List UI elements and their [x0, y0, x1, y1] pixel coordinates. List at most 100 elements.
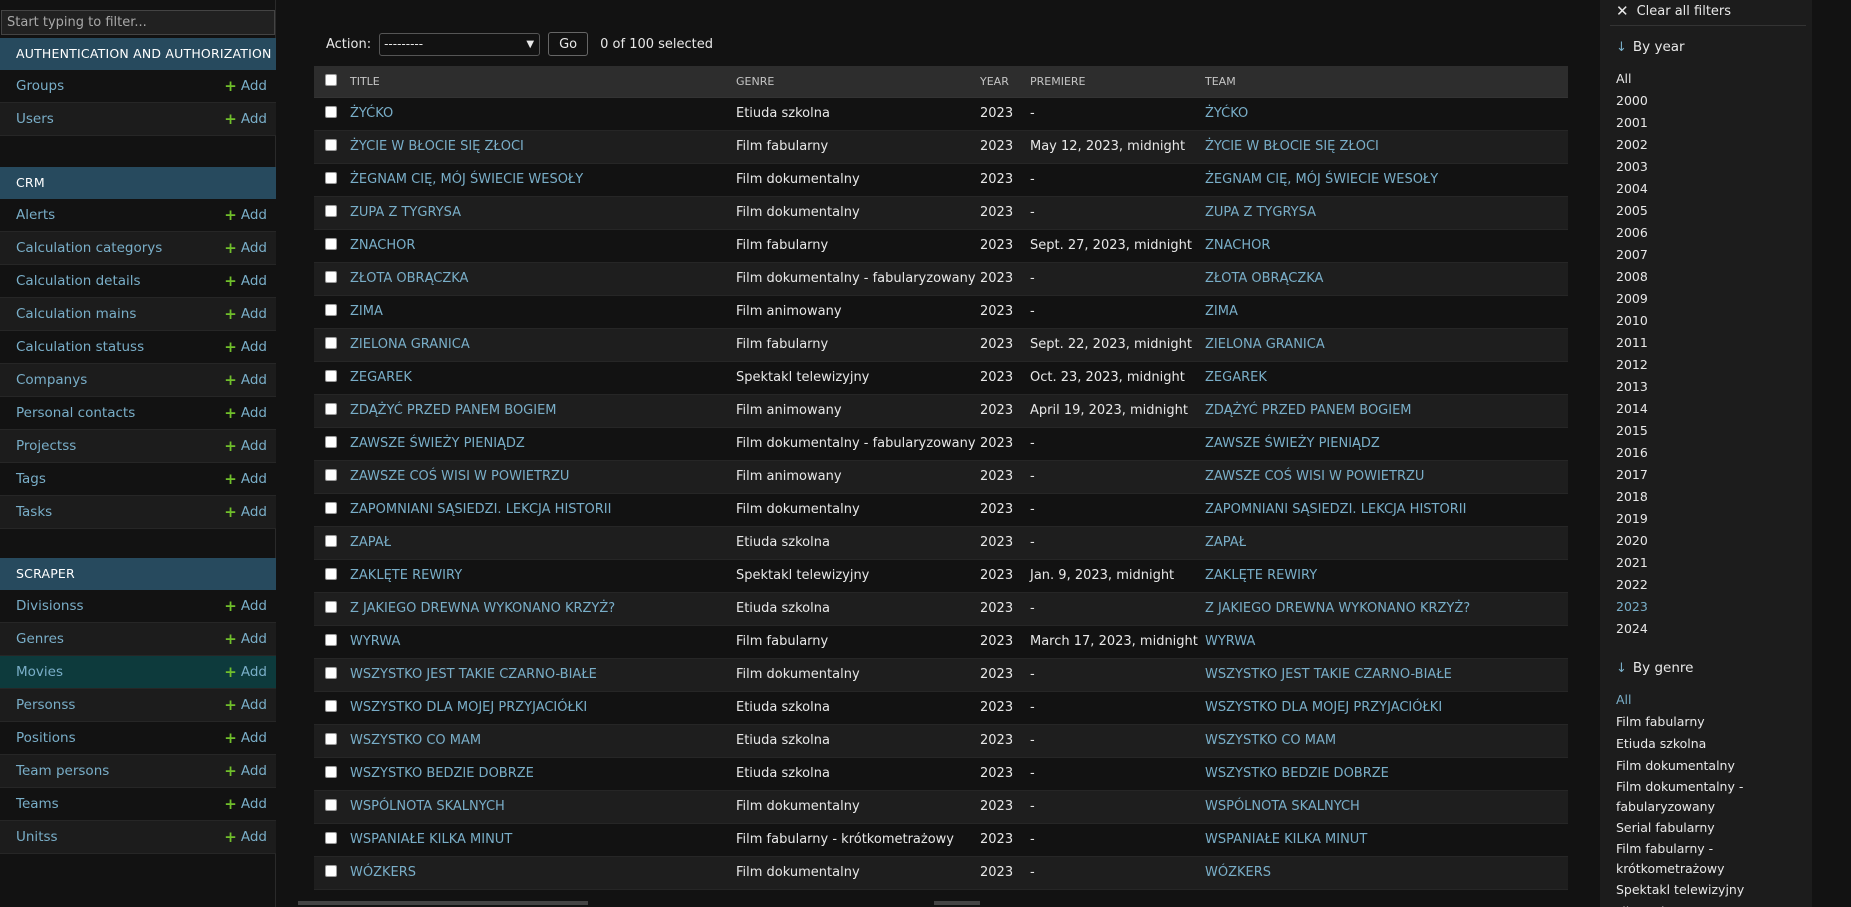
movie-title-link[interactable]: ZAPAŁ [350, 535, 391, 550]
team-link[interactable]: ZIELONA GRANICA [1205, 337, 1325, 352]
add-link[interactable]: + Add [224, 829, 267, 845]
year-filter-option[interactable]: 2006 [1616, 222, 1648, 244]
team-link[interactable]: WSPÓLNOTA SKALNYCH [1205, 799, 1360, 814]
genre-filter-option[interactable]: All [1616, 689, 1806, 711]
sidebar-model-link[interactable]: Calculation mains [16, 306, 136, 322]
year-filter-option[interactable]: 2023 [1616, 596, 1648, 618]
year-filter-option[interactable]: 2020 [1616, 530, 1648, 552]
add-link[interactable]: + Add [224, 339, 267, 355]
sidebar-model-link[interactable]: Genres [16, 631, 64, 647]
horizontal-scrollbar-thumb[interactable] [934, 901, 980, 905]
add-link[interactable]: + Add [224, 796, 267, 812]
movie-title-link[interactable]: ZAWSZE COŚ WISI W POWIETRZU [350, 469, 569, 484]
sidebar-model-link[interactable]: Personss [16, 697, 75, 713]
year-filter-option[interactable]: 2022 [1616, 574, 1648, 596]
row-checkbox[interactable] [325, 105, 337, 118]
team-link[interactable]: ZDĄŻYĆ PRZED PANEM BOGIEM [1205, 403, 1412, 418]
year-filter-option[interactable]: 2017 [1616, 464, 1648, 486]
nav-filter-input[interactable] [1, 10, 275, 35]
column-header-team[interactable]: Team [1205, 66, 1568, 98]
row-checkbox[interactable] [325, 600, 337, 613]
sidebar-model-link[interactable]: Calculation details [16, 273, 141, 289]
team-link[interactable]: WSZYSTKO DLA MOJEJ PRZYJACIÓŁKI [1205, 700, 1442, 715]
row-checkbox[interactable] [325, 501, 337, 514]
team-link[interactable]: WSZYSTKO JEST TAKIE CZARNO-BIAŁE [1205, 667, 1452, 682]
genre-filter-option[interactable]: Film dokumentalny - fabularyzowany [1616, 777, 1806, 817]
movie-title-link[interactable]: ŻYCIE W BŁOCIE SIĘ ZŁOCI [350, 139, 524, 154]
team-link[interactable]: ZAWSZE ŚWIEŻY PIENIĄDZ [1205, 436, 1380, 451]
team-link[interactable]: WSZYSTKO CO MAM [1205, 733, 1336, 748]
movie-title-link[interactable]: ZAPOMNIANI SĄSIEDZI. LEKCJA HISTORII [350, 502, 611, 517]
year-filter-option[interactable]: 2004 [1616, 178, 1648, 200]
sidebar-model-link[interactable]: Positions [16, 730, 76, 746]
row-checkbox[interactable] [325, 270, 337, 283]
row-checkbox[interactable] [325, 435, 337, 448]
team-link[interactable]: ŻYĆKO [1205, 106, 1248, 121]
sidebar-model-link[interactable]: Groups [16, 78, 64, 94]
row-checkbox[interactable] [325, 633, 337, 646]
row-checkbox[interactable] [325, 534, 337, 547]
movie-title-link[interactable]: ŻEGNAM CIĘ, MÓJ ŚWIECIE WESOŁY [350, 172, 583, 187]
add-link[interactable]: + Add [224, 78, 267, 94]
action-select[interactable]: --------- ▼ [379, 32, 541, 56]
sidebar-model-link[interactable]: Users [16, 111, 54, 127]
movie-title-link[interactable]: ZIELONA GRANICA [350, 337, 470, 352]
row-checkbox[interactable] [325, 336, 337, 349]
sidebar-model-link[interactable]: Companys [16, 372, 87, 388]
team-link[interactable]: ZUPA Z TYGRYSA [1205, 205, 1316, 220]
movie-title-link[interactable]: WSZYSTKO JEST TAKIE CZARNO-BIAŁE [350, 667, 597, 682]
sidebar-model-link[interactable]: Unitss [16, 829, 58, 845]
sidebar-model-link[interactable]: Divisionss [16, 598, 84, 614]
sidebar-model-link[interactable]: Projectss [16, 438, 76, 454]
sidebar-model-link[interactable]: Calculation categorys [16, 240, 162, 256]
movie-title-link[interactable]: Z JAKIEGO DREWNA WYKONANO KRZYŻ? [350, 601, 615, 616]
add-link[interactable]: + Add [224, 504, 267, 520]
team-link[interactable]: ŻYCIE W BŁOCIE SIĘ ZŁOCI [1205, 139, 1379, 154]
year-filter-option[interactable]: 2024 [1616, 618, 1648, 640]
team-link[interactable]: WSZYSTKO BEDZIE DOBRZE [1205, 766, 1389, 781]
year-filter-option[interactable]: 2016 [1616, 442, 1648, 464]
team-link[interactable]: ZIMA [1205, 304, 1238, 319]
row-checkbox[interactable] [325, 765, 337, 778]
year-filter-option[interactable]: 2018 [1616, 486, 1648, 508]
team-link[interactable]: WSPANIAŁE KILKA MINUT [1205, 832, 1367, 847]
year-filter-option[interactable]: 2008 [1616, 266, 1648, 288]
year-filter-option[interactable]: 2021 [1616, 552, 1648, 574]
team-link[interactable]: ZŁOTA OBRĄCZKA [1205, 271, 1323, 286]
movie-title-link[interactable]: ZAKLĘTE REWIRY [350, 568, 462, 583]
add-link[interactable]: + Add [224, 240, 267, 256]
year-filter-option[interactable]: 2005 [1616, 200, 1648, 222]
year-filter-option[interactable]: 2007 [1616, 244, 1648, 266]
movie-title-link[interactable]: ZŁOTA OBRĄCZKA [350, 271, 468, 286]
row-checkbox[interactable] [325, 204, 337, 217]
column-header-title[interactable]: Title [350, 66, 736, 98]
movie-title-link[interactable]: WÓZKERS [350, 865, 416, 880]
year-filter-option[interactable]: 2014 [1616, 398, 1648, 420]
row-checkbox[interactable] [325, 303, 337, 316]
movie-title-link[interactable]: WSZYSTKO DLA MOJEJ PRZYJACIÓŁKI [350, 700, 587, 715]
app-caption[interactable]: Authentication and Authorization [0, 38, 276, 70]
movie-title-link[interactable]: WYRWA [350, 634, 400, 649]
year-filter-option[interactable]: 2012 [1616, 354, 1648, 376]
team-link[interactable]: ŻEGNAM CIĘ, MÓJ ŚWIECIE WESOŁY [1205, 172, 1438, 187]
year-filter-option[interactable]: 2003 [1616, 156, 1648, 178]
select-all-checkbox[interactable] [325, 73, 337, 86]
year-filter-option[interactable]: 2011 [1616, 332, 1648, 354]
year-filter-option[interactable]: All [1616, 68, 1648, 90]
team-link[interactable]: ZAPOMNIANI SĄSIEDZI. LEKCJA HISTORII [1205, 502, 1466, 517]
row-checkbox[interactable] [325, 798, 337, 811]
sidebar-model-link[interactable]: Movies [16, 664, 63, 680]
add-link[interactable]: + Add [224, 438, 267, 454]
year-filter-option[interactable]: 2013 [1616, 376, 1648, 398]
row-checkbox[interactable] [325, 468, 337, 481]
row-checkbox[interactable] [325, 732, 337, 745]
movie-title-link[interactable]: ZEGAREK [350, 370, 412, 385]
genre-filter-option[interactable]: Spektakl telewizyjny [1616, 879, 1806, 901]
movie-title-link[interactable]: WSPÓLNOTA SKALNYCH [350, 799, 505, 814]
movie-title-link[interactable]: ZDĄŻYĆ PRZED PANEM BOGIEM [350, 403, 557, 418]
year-filter-option[interactable]: 2019 [1616, 508, 1648, 530]
year-filter-option[interactable]: 2009 [1616, 288, 1648, 310]
sidebar-model-link[interactable]: Alerts [16, 207, 55, 223]
sidebar-model-link[interactable]: Personal contacts [16, 405, 135, 421]
go-button[interactable]: Go [548, 32, 589, 56]
